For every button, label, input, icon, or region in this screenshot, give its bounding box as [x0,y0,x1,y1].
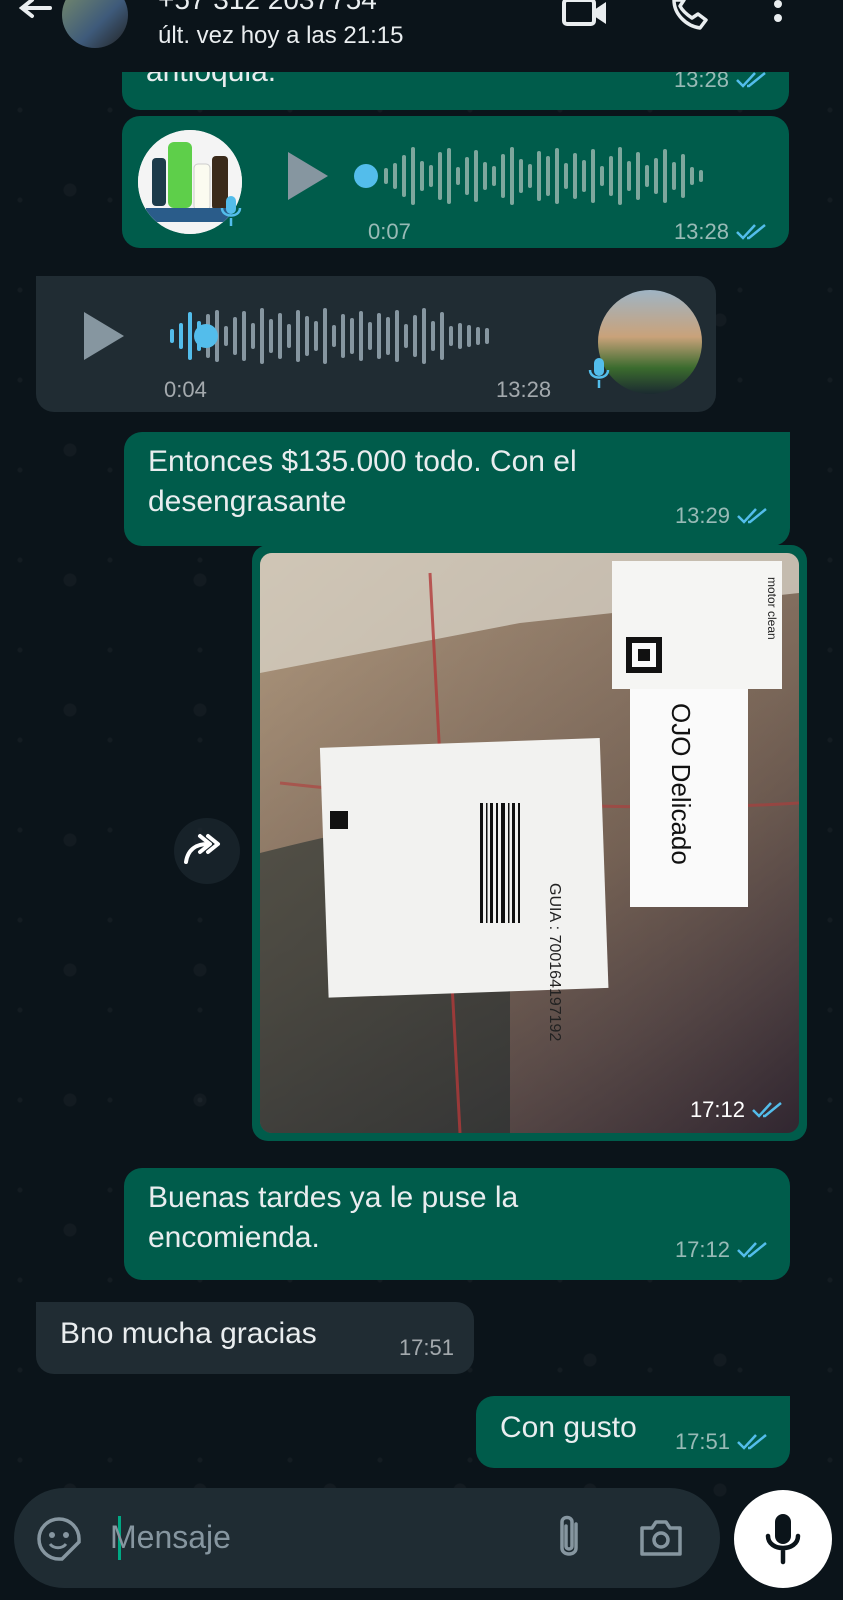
back-arrow-icon[interactable] [14,0,54,30]
voice-mic-icon [588,358,610,388]
voice-message-outgoing[interactable]: 0:07 13:28 [122,116,789,248]
chat-header: +57 312 2037754 últ. vez hoy a las 21:15 [0,0,843,72]
video-call-icon[interactable] [560,0,610,30]
message-time: 13:29 [674,503,730,528]
message-meta: 13:28 [496,370,551,410]
message-bubble-outgoing[interactable]: Buenas tardes ya le puse la encomienda. … [124,1168,790,1280]
more-options-icon[interactable] [770,0,786,30]
message-bubble-outgoing[interactable]: Entonces $135.000 todo. Con el desengras… [124,432,790,546]
message-text: Entonces $135.000 todo. Con el desengras… [148,445,577,518]
brand-label-text: OJO Delicado [666,703,696,865]
courier-label-text: GUIA : 700164197192 [546,883,563,1041]
sender-avatar [598,290,702,394]
message-text: Con gusto [500,1411,637,1444]
message-text: Buenas tardes ya le puse la encomienda. [148,1181,519,1254]
microphone-icon [765,1514,801,1565]
message-meta: 17:12 [675,1230,770,1270]
camera-icon[interactable] [638,1518,684,1558]
contact-name[interactable]: +57 312 2037754 [158,0,377,16]
message-meta: 17:51 [399,1328,454,1368]
message-text: Bno mucha gracias [60,1317,317,1350]
message-composer [14,1488,720,1588]
message-time: 13:28 [673,219,729,244]
message-meta: 17:51 [675,1422,770,1462]
voice-progress-thumb[interactable] [354,164,378,188]
attach-icon[interactable] [554,1514,584,1562]
message-bubble-incoming[interactable]: Bno mucha gracias 17:51 [36,1302,474,1374]
message-time: 17:12 [689,1097,745,1122]
message-time: 13:28 [496,377,552,402]
message-meta: 13:29 [675,496,770,536]
voice-progress-thumb[interactable] [194,324,218,348]
voice-call-icon[interactable] [668,0,712,30]
read-ticks-icon [736,72,766,88]
voice-message-incoming[interactable]: 0:04 13:28 [36,276,716,412]
voice-waveform[interactable] [384,146,703,206]
forward-icon [184,834,220,864]
play-button[interactable] [84,312,124,360]
read-ticks-icon [736,224,766,240]
read-ticks-icon [752,1102,782,1118]
read-ticks-icon [737,1434,767,1450]
sticker-icon[interactable] [36,1516,82,1562]
message-input[interactable] [110,1512,530,1562]
message-bubble-outgoing[interactable]: Con gusto 17:51 [476,1396,790,1468]
image-message-outgoing[interactable]: GUIA : 700164197192 OJO Delicado motor c… [252,545,807,1141]
message-meta: 17:12 [690,1097,785,1123]
voice-mic-icon [220,196,242,226]
play-button[interactable] [288,152,328,200]
forward-button[interactable] [174,818,240,884]
read-ticks-icon [737,508,767,524]
voice-duration: 0:07 [368,219,411,244]
note-label-text: motor clean [765,577,779,640]
voice-duration: 0:04 [164,377,207,402]
message-meta: 13:28 [674,212,769,252]
message-time: 17:12 [674,1237,730,1262]
message-time: 17:51 [398,1335,454,1360]
read-ticks-icon [737,1242,767,1258]
contact-avatar[interactable] [62,0,128,48]
contact-status: últ. vez hoy a las 21:15 [158,22,404,49]
package-photo[interactable]: GUIA : 700164197192 OJO Delicado motor c… [260,553,799,1133]
message-time: 17:51 [674,1429,730,1454]
record-voice-button[interactable] [734,1490,832,1588]
